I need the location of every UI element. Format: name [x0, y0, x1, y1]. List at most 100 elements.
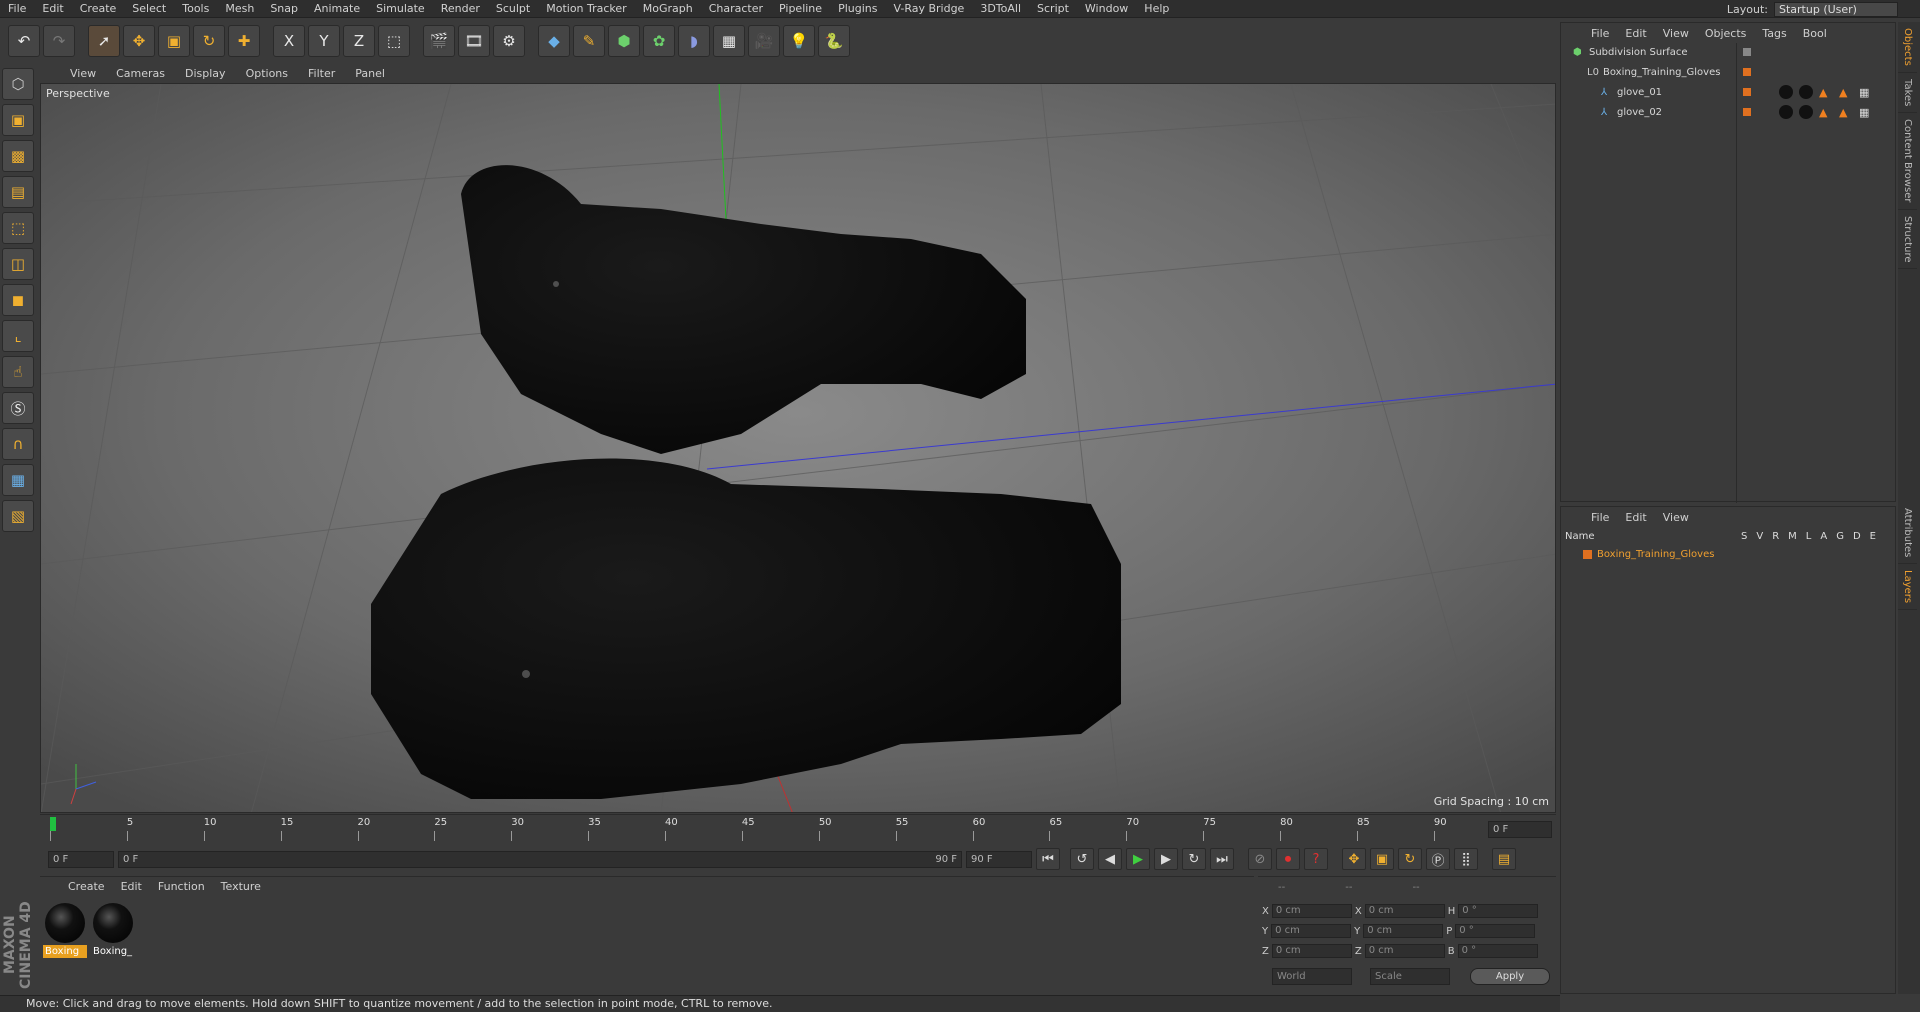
z-axis-lock-button[interactable]: Z	[343, 25, 375, 57]
points-mode-icon[interactable]: ⬚	[2, 212, 34, 244]
layer-menu-view[interactable]: View	[1655, 511, 1697, 524]
menu-render[interactable]: Render	[433, 0, 488, 18]
select-tool-icon[interactable]: ➚	[88, 25, 120, 57]
axis-mode-icon[interactable]: ⌞	[2, 320, 34, 352]
rotation-field[interactable]: 0 °	[1457, 944, 1538, 958]
menu-simulate[interactable]: Simulate	[368, 0, 433, 18]
previous-frame-icon[interactable]: ◀	[1098, 848, 1122, 870]
timeline-end-field[interactable]: 0 F	[1488, 821, 1552, 838]
side-tab-takes[interactable]: Takes	[1898, 73, 1917, 114]
scale-mode-dropdown[interactable]: Scale	[1370, 968, 1450, 985]
end-frame-field[interactable]: 90 F	[966, 850, 1032, 868]
position-field[interactable]: 0 cm	[1271, 904, 1352, 918]
layer-column-a[interactable]: A	[1820, 531, 1827, 542]
texture-mode-icon[interactable]: ▩	[2, 140, 34, 172]
coord-mode-dropdown[interactable]: World	[1272, 968, 1352, 985]
menu-pipeline[interactable]: Pipeline	[771, 0, 830, 18]
material-tag-icon[interactable]	[1779, 105, 1793, 119]
layout-selector[interactable]: Layout: Startup (User)	[1727, 0, 1898, 18]
object-row[interactable]: ⅄ glove_02 ▲ ▲ ▦	[1561, 103, 1895, 121]
undo-icon[interactable]: ↶	[8, 25, 40, 57]
material-menu-texture[interactable]: Texture	[213, 880, 269, 893]
layout-dropdown[interactable]: Startup (User)	[1774, 1, 1898, 17]
uvw-tag-icon[interactable]: ▦	[1859, 106, 1869, 119]
layer-column-e[interactable]: E	[1870, 531, 1876, 542]
menu-3dtoall[interactable]: 3DToAll	[972, 0, 1029, 18]
subdivision-icon[interactable]: ⬢	[608, 25, 640, 57]
side-tab-content-browser[interactable]: Content Browser	[1898, 113, 1917, 210]
size-field[interactable]: 0 cm	[1363, 924, 1444, 938]
record-icon[interactable]: ⏺	[1276, 848, 1300, 870]
viewport-menu-view[interactable]: View	[60, 67, 106, 80]
object-menu-objects[interactable]: Objects	[1697, 27, 1755, 40]
material-swatch[interactable]: Boxing	[43, 901, 87, 958]
position-field[interactable]: 0 cm	[1271, 924, 1352, 938]
object-row[interactable]: ⅄ glove_01 ▲ ▲ ▦	[1561, 83, 1895, 101]
menu-mograph[interactable]: MoGraph	[635, 0, 701, 18]
layer-menu-file[interactable]: File	[1583, 511, 1617, 524]
menu-snap[interactable]: Snap	[262, 0, 306, 18]
uvw-tag-icon[interactable]: ▦	[1859, 86, 1869, 99]
menu-tools[interactable]: Tools	[174, 0, 217, 18]
menu-edit[interactable]: Edit	[34, 0, 71, 18]
side-tab-attributes[interactable]: Attributes	[1898, 502, 1917, 565]
x-axis-lock-button[interactable]: X	[273, 25, 305, 57]
camera-icon[interactable]: 🎥	[748, 25, 780, 57]
side-tab-structure[interactable]: Structure	[1898, 210, 1917, 270]
material-tag-icon[interactable]	[1799, 85, 1813, 99]
tweak-mode-icon[interactable]: ☝	[2, 356, 34, 388]
object-row[interactable]: L0 Boxing_Training_Gloves	[1561, 63, 1895, 81]
deformer-icon[interactable]: ◗	[678, 25, 710, 57]
menu-animate[interactable]: Animate	[306, 0, 368, 18]
next-frame-icon[interactable]: ▶	[1154, 848, 1178, 870]
key-scale-icon[interactable]: ▣	[1370, 848, 1394, 870]
pen-spline-icon[interactable]: ✎	[573, 25, 605, 57]
layer-column-v[interactable]: V	[1756, 531, 1763, 542]
scale-tool-icon[interactable]: ▣	[158, 25, 190, 57]
timeline-window-icon[interactable]: ▤	[1492, 848, 1516, 870]
layer-column-d[interactable]: D	[1853, 531, 1861, 542]
key-pla-icon[interactable]: ⣿	[1454, 848, 1478, 870]
material-swatch[interactable]: Boxing_	[91, 901, 135, 957]
menu-character[interactable]: Character	[701, 0, 771, 18]
material-tag-icon[interactable]	[1779, 85, 1793, 99]
material-menu-function[interactable]: Function	[150, 880, 213, 893]
phong-tag-icon[interactable]: ▲	[1819, 86, 1827, 99]
snapping-icon[interactable]: ∩	[2, 428, 34, 460]
solo-mode-icon[interactable]: Ⓢ	[2, 392, 34, 424]
menu-create[interactable]: Create	[72, 0, 125, 18]
workplane-icon[interactable]: ▦	[2, 464, 34, 496]
visibility-dots[interactable]	[1743, 88, 1751, 96]
play-icon[interactable]: ▶	[1126, 848, 1150, 870]
rotate-tool-icon[interactable]: ↻	[193, 25, 225, 57]
rotation-field[interactable]: 0 °	[1458, 904, 1539, 918]
start-frame-field[interactable]: 0 F	[48, 850, 114, 868]
timeline-current-marker[interactable]	[50, 817, 56, 831]
render-settings-icon[interactable]: ⚙	[493, 25, 525, 57]
object-row[interactable]: ⬢ Subdivision Surface	[1561, 43, 1895, 61]
viewport-perspective[interactable]: Perspective Grid Spacing : 10 cm	[40, 83, 1556, 813]
layer-row[interactable]: Boxing_Training_Gloves	[1561, 545, 1895, 563]
floor-icon[interactable]: ▦	[713, 25, 745, 57]
layer-column-r[interactable]: R	[1772, 531, 1779, 542]
rotation-field[interactable]: 0 °	[1455, 924, 1536, 938]
object-menu-file[interactable]: File	[1583, 27, 1617, 40]
key-rotation-icon[interactable]: ↻	[1398, 848, 1422, 870]
menu-mesh[interactable]: Mesh	[217, 0, 262, 18]
material-tag-icon[interactable]	[1799, 105, 1813, 119]
timeline-ruler[interactable]: 051015202530354045505560657075808590 0 F	[40, 814, 1556, 844]
workplane-mode-icon[interactable]: ▤	[2, 176, 34, 208]
viewport-menu-display[interactable]: Display	[175, 67, 236, 80]
phong-tag-icon[interactable]: ▲	[1839, 86, 1847, 99]
go-to-start-icon[interactable]: ⏮	[1036, 848, 1060, 870]
side-tab-layers[interactable]: Layers	[1898, 564, 1917, 611]
edges-mode-icon[interactable]: ◫	[2, 248, 34, 280]
visibility-dots[interactable]	[1743, 108, 1751, 116]
size-field[interactable]: 0 cm	[1364, 944, 1445, 958]
visibility-dots[interactable]	[1743, 48, 1751, 56]
menu-script[interactable]: Script	[1029, 0, 1077, 18]
layer-column-g[interactable]: G	[1836, 531, 1844, 542]
light-icon[interactable]: 💡	[783, 25, 815, 57]
viewport-menu-cameras[interactable]: Cameras	[106, 67, 175, 80]
layer-column-s[interactable]: S	[1741, 531, 1747, 542]
